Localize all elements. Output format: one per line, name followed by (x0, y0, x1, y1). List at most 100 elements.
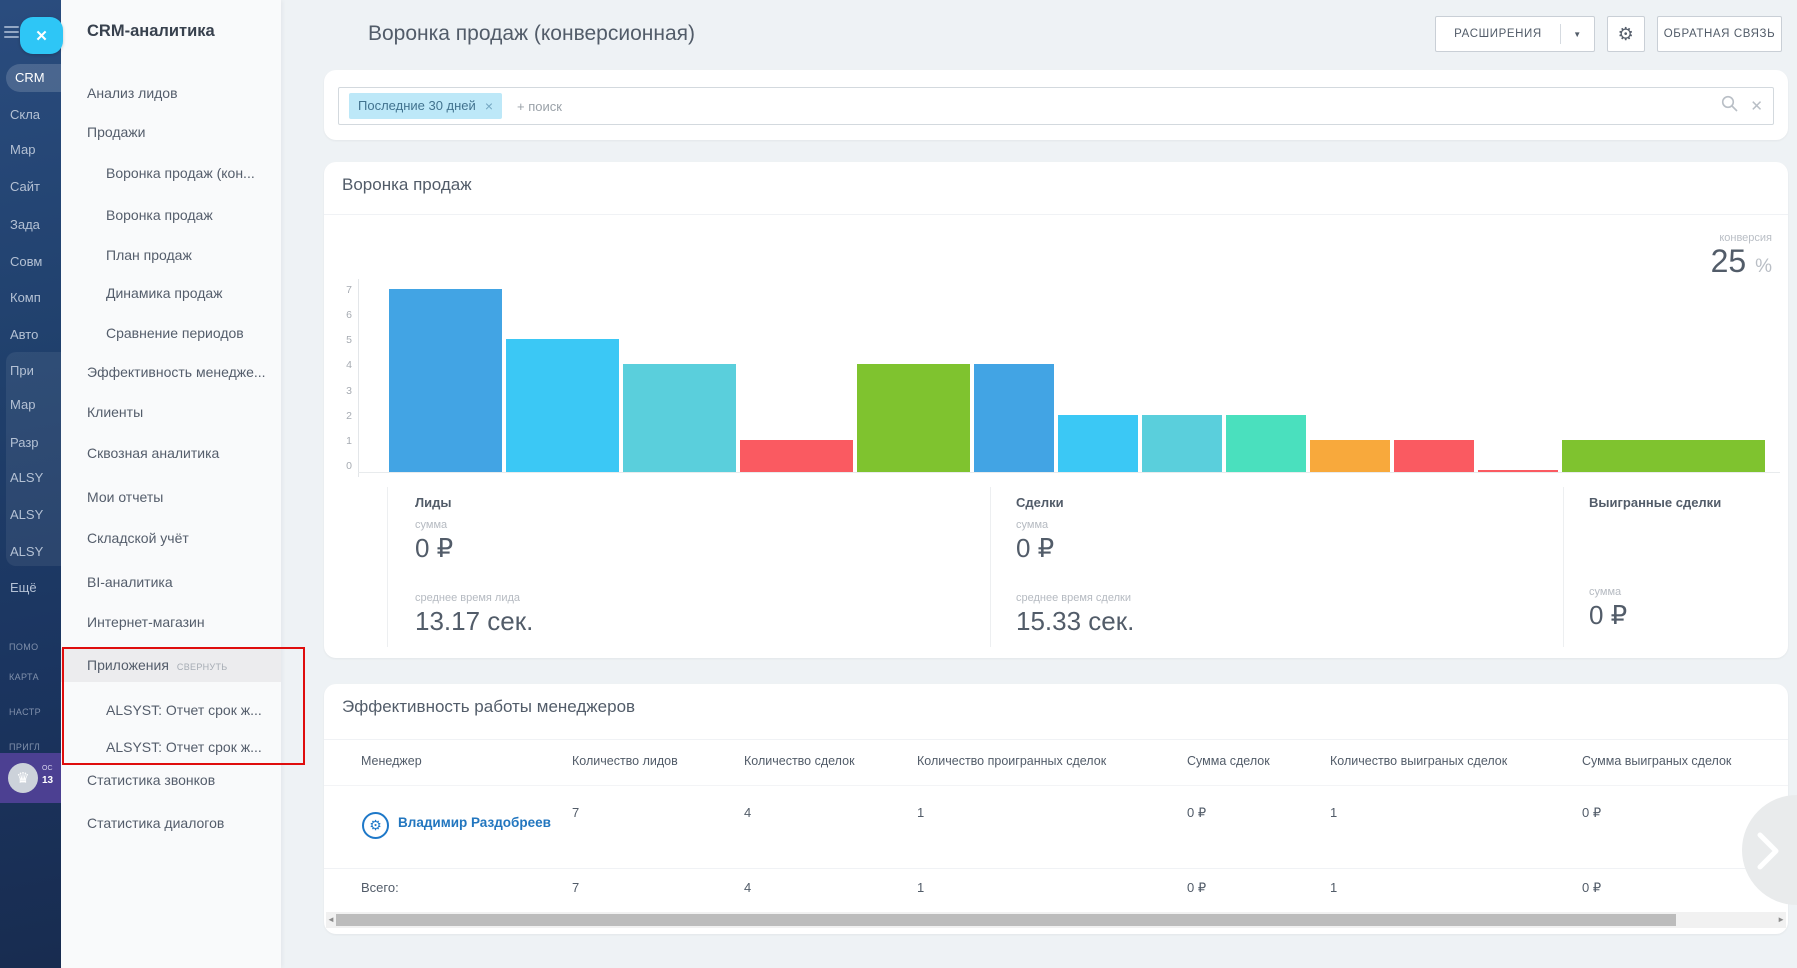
stats-metric-label-0-1: среднее время лида (415, 592, 520, 604)
main-navigation-rail: CRM Скла Мар Сайт Зада Совм Комп Авто При Мар Разр… (0, 0, 61, 968)
funnel-bar-12[interactable] (1562, 440, 1765, 472)
rail-item-12[interactable]: ALSY (0, 501, 61, 529)
collapse-label[interactable]: СВЕРНУТЬ (177, 662, 228, 672)
sidebar-item-4[interactable]: План продаж (61, 240, 281, 270)
y-axis (358, 279, 359, 477)
funnel-bar-8[interactable] (1226, 415, 1306, 472)
sidebar-item-3[interactable]: Воронка продаж (61, 200, 281, 230)
sidebar-item-9[interactable]: Сквозная аналитика (61, 438, 281, 468)
sidebar-item-18[interactable]: Статистика диалогов (61, 808, 281, 838)
license-badge[interactable]: ♛ ОС 13 (0, 753, 61, 803)
stats-title-1: Сделки (1016, 495, 1064, 510)
rail-item-11[interactable]: ALSY (0, 464, 61, 492)
menu-icon[interactable] (4, 26, 20, 38)
extensions-button[interactable]: РАСШИРЕНИЯ ▼ (1435, 16, 1595, 52)
rail-item-10[interactable]: Разр (0, 429, 61, 457)
sidebar-item-16[interactable]: ALSYST: Отчет срок ж... (61, 732, 281, 762)
sidebar-item-14[interactable]: ПриложенияСВЕРНУТЬ (61, 648, 281, 682)
funnel-bar-1[interactable] (506, 339, 619, 472)
rail-footer-item-2[interactable]: НАСТР (0, 702, 61, 722)
chevron-down-icon[interactable]: ▼ (1561, 30, 1594, 39)
sidebar-item-15[interactable]: ALSYST: Отчет срок ж... (61, 695, 281, 725)
search-icon[interactable] (1721, 95, 1738, 117)
conversion-value: 25 (1711, 243, 1747, 279)
crown-icon: ♛ (8, 763, 38, 793)
rail-item-4[interactable]: Зада (0, 211, 61, 239)
page-title: Воронка продаж (конверсионная) (368, 22, 695, 46)
sidebar-item-5[interactable]: Динамика продаж (61, 278, 281, 308)
rail-footer-item-1[interactable]: КАРТА (0, 667, 61, 687)
manager-link[interactable]: Владимир Раздобреев (398, 815, 551, 830)
license-text: ОС (42, 765, 53, 772)
sidebar-item-1[interactable]: Продажи (61, 117, 281, 147)
sidebar-item-7[interactable]: Эффективность менедже... (61, 357, 281, 387)
sidebar-item-2[interactable]: Воронка продаж (кон... (61, 158, 281, 188)
y-tick-7: 7 (332, 283, 352, 297)
funnel-bar-0[interactable] (389, 289, 502, 472)
close-menu-button[interactable]: ✕ (20, 17, 63, 54)
conversion-unit: % (1755, 256, 1772, 277)
tag-close-icon[interactable]: × (485, 93, 493, 119)
sidebar-title: CRM-аналитика (87, 22, 215, 41)
horizontal-scrollbar[interactable]: ◄ ► (326, 912, 1786, 928)
rail-item-9[interactable]: Мар (0, 391, 61, 419)
table-cell-0-1: 4 (744, 805, 751, 820)
rail-item-2[interactable]: Мар (0, 136, 61, 164)
rail-item-0[interactable]: CRM (6, 64, 61, 92)
rail-item-7[interactable]: Авто (0, 321, 61, 349)
gear-icon: ⚙ (1618, 24, 1635, 45)
rail-item-3[interactable]: Сайт (0, 173, 61, 201)
scroll-right-arrow[interactable]: ► (1777, 915, 1785, 924)
total-cell-0: 7 (572, 880, 579, 895)
rail-item-5[interactable]: Совм (0, 248, 61, 276)
table-header-5: Количество выиграных сделок (1330, 754, 1507, 768)
scrollbar-thumb[interactable] (336, 914, 1676, 926)
table-header-1: Количество лидов (572, 754, 678, 768)
search-input[interactable]: Последние 30 дней × + поиск ✕ (338, 87, 1774, 125)
crm-analytics-sidebar: CRM-аналитика Анализ лидов Продажи Воронка… (61, 0, 281, 968)
table-title: Эффективность работы менеджеров (342, 697, 635, 717)
rail-item-14[interactable]: Ещё (0, 574, 61, 602)
rail-item-6[interactable]: Комп (0, 284, 61, 312)
clear-filter-icon[interactable]: ✕ (1750, 97, 1763, 115)
sidebar-item-12[interactable]: BI-аналитика (61, 567, 281, 597)
stats-metric-value-0-1: 13.17 сек. (415, 606, 533, 636)
table-cell-0-3: 0 ₽ (1187, 805, 1206, 821)
stats-metric-value-1-0: 0 ₽ (1016, 533, 1054, 563)
search-placeholder: + поиск (517, 99, 562, 114)
funnel-bar-10[interactable] (1394, 440, 1474, 472)
settings-button[interactable]: ⚙ (1607, 16, 1645, 52)
scroll-left-arrow[interactable]: ◄ (327, 915, 335, 924)
sidebar-item-10[interactable]: Мои отчеты (61, 482, 281, 512)
funnel-bar-9[interactable] (1310, 440, 1390, 472)
stats-metric-value-0-0: 0 ₽ (415, 533, 453, 563)
funnel-bar-2[interactable] (623, 364, 736, 472)
total-cell-3: 0 ₽ (1187, 880, 1206, 896)
sidebar-item-0[interactable]: Анализ лидов (61, 78, 281, 108)
sales-funnel-card: Воронка продаж конверсия 25 % 01234567 Л… (324, 162, 1788, 658)
funnel-bar-11[interactable] (1478, 470, 1558, 472)
table-cell-0-5: 0 ₽ (1582, 805, 1601, 821)
rail-footer-item-0[interactable]: ПОМО (0, 637, 61, 657)
sidebar-item-17[interactable]: Статистика звонков (61, 765, 281, 795)
sidebar-item-6[interactable]: Сравнение периодов (61, 318, 281, 348)
stats-metric-label-0-0: сумма (415, 519, 447, 531)
sidebar-item-8[interactable]: Клиенты (61, 397, 281, 427)
rail-item-13[interactable]: ALSY (0, 538, 61, 566)
funnel-card-title: Воронка продаж (342, 175, 472, 195)
funnel-bar-6[interactable] (1058, 415, 1138, 472)
filter-tag[interactable]: Последние 30 дней × (349, 93, 502, 119)
funnel-bar-5[interactable] (974, 364, 1054, 472)
funnel-bar-4[interactable] (857, 364, 970, 472)
sidebar-item-11[interactable]: Складской учёт (61, 523, 281, 553)
extensions-label: РАСШИРЕНИЯ (1436, 28, 1560, 40)
funnel-bar-3[interactable] (740, 440, 853, 472)
sidebar-item-13[interactable]: Интернет-магазин (61, 607, 281, 637)
rail-item-8[interactable]: При (0, 357, 61, 385)
total-cell-4: 1 (1330, 880, 1337, 895)
funnel-bar-7[interactable] (1142, 415, 1222, 472)
stats-metric-value-1-1: 15.33 сек. (1016, 606, 1134, 636)
conversion-block: конверсия 25 % (1711, 232, 1772, 284)
feedback-button[interactable]: ОБРАТНАЯ СВЯЗЬ (1657, 16, 1782, 52)
rail-item-1[interactable]: Скла (0, 101, 61, 129)
